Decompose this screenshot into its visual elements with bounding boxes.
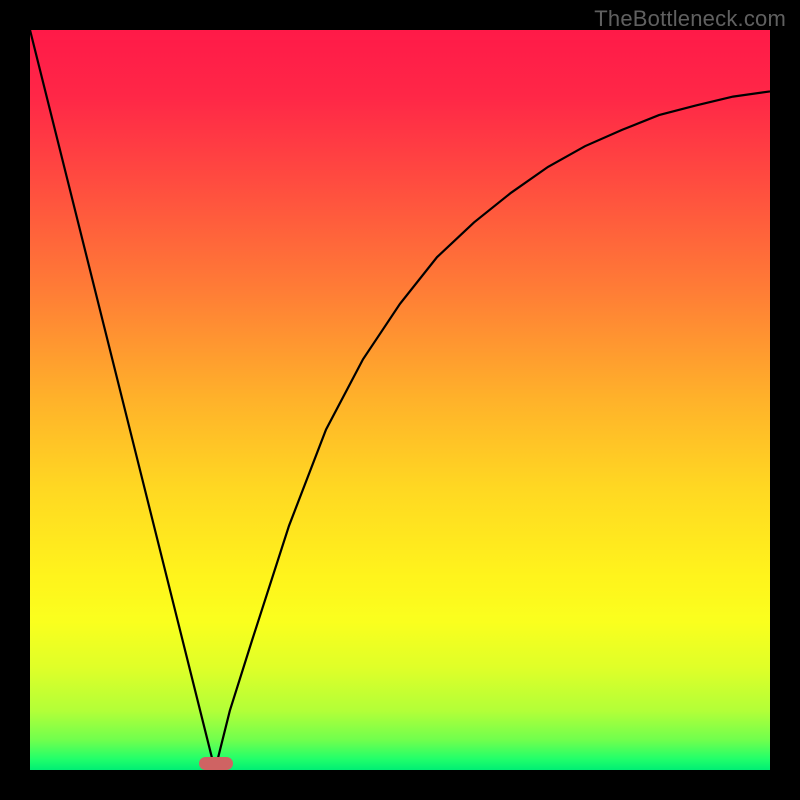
plot-area: [30, 30, 770, 770]
chart-frame: TheBottleneck.com: [0, 0, 800, 800]
curve-layer: [30, 30, 770, 770]
bottleneck-curve: [30, 30, 770, 770]
minimum-marker: [199, 757, 233, 770]
watermark-text: TheBottleneck.com: [594, 6, 786, 32]
